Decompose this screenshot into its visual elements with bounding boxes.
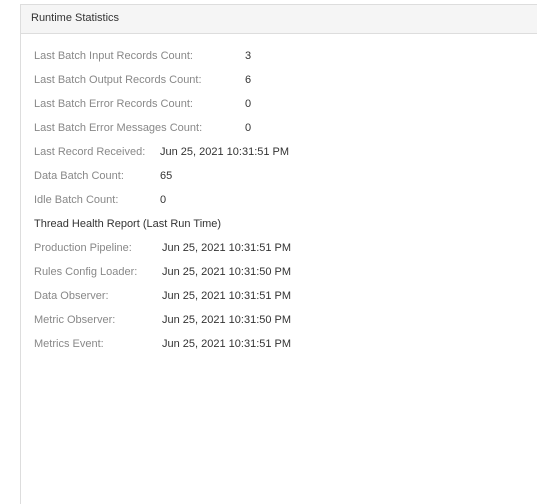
stat-label: Last Record Received: bbox=[34, 146, 146, 158]
thread-label: Rules Config Loader: bbox=[34, 266, 138, 278]
thread-health-title: Thread Health Report (Last Run Time) bbox=[34, 218, 222, 230]
stat-value: 6 bbox=[245, 74, 252, 86]
stat-value: 0 bbox=[160, 194, 167, 206]
thread-value: Jun 25, 2021 10:31:50 PM bbox=[162, 314, 292, 326]
stat-value: 0 bbox=[245, 98, 252, 110]
stat-value: Jun 25, 2021 10:31:51 PM bbox=[160, 146, 290, 158]
thread-value: Jun 25, 2021 10:31:50 PM bbox=[162, 266, 292, 278]
stat-value: 0 bbox=[245, 122, 252, 134]
thread-value: Jun 25, 2021 10:31:51 PM bbox=[162, 242, 292, 254]
thread-label: Metric Observer: bbox=[34, 314, 116, 326]
thread-value: Jun 25, 2021 10:31:51 PM bbox=[162, 338, 292, 350]
stat-value: 3 bbox=[245, 50, 252, 62]
stat-label: Last Batch Error Messages Count: bbox=[34, 122, 203, 134]
stat-label: Data Batch Count: bbox=[34, 170, 124, 182]
stat-label: Last Batch Output Records Count: bbox=[34, 74, 202, 86]
panel-header: Runtime Statistics bbox=[21, 5, 537, 34]
panel-title: Runtime Statistics bbox=[31, 12, 120, 24]
thread-value: Jun 25, 2021 10:31:51 PM bbox=[162, 290, 292, 302]
stat-value: 65 bbox=[160, 170, 173, 182]
runtime-statistics-panel: Runtime Statistics Last Batch Input Reco… bbox=[20, 4, 537, 504]
stat-label: Last Batch Input Records Count: bbox=[34, 50, 193, 62]
thread-label: Metrics Event: bbox=[34, 338, 104, 350]
thread-label: Production Pipeline: bbox=[34, 242, 132, 254]
stat-label: Idle Batch Count: bbox=[34, 194, 119, 206]
thread-label: Data Observer: bbox=[34, 290, 109, 302]
stat-label: Last Batch Error Records Count: bbox=[34, 98, 193, 110]
